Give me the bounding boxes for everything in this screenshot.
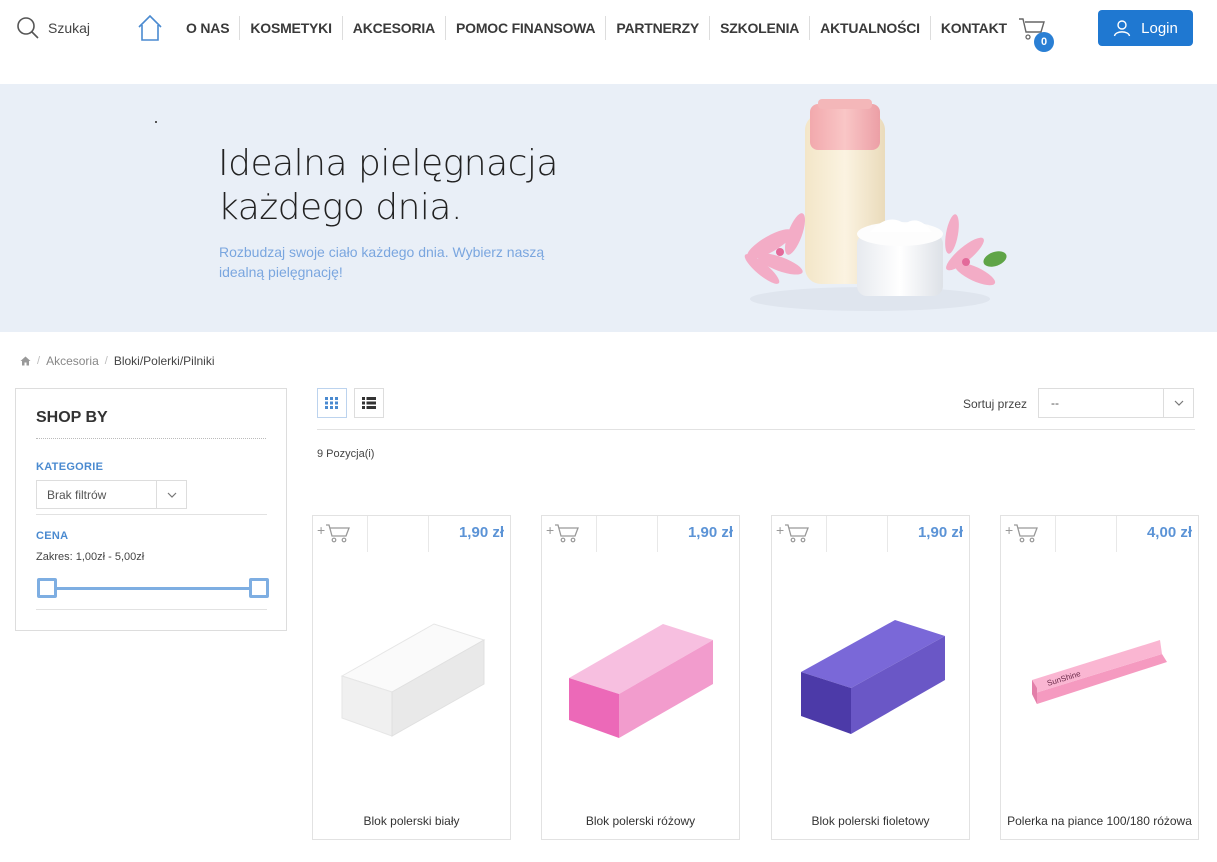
breadcrumb-separator: / — [37, 355, 41, 367]
banner-dot — [155, 121, 157, 123]
product-name[interactable]: Blok polerski fioletowy — [772, 814, 969, 828]
sort-select[interactable]: -- — [1038, 388, 1194, 418]
category-label: KATEGORIE — [36, 461, 104, 473]
user-icon — [1113, 20, 1131, 37]
product-image[interactable] — [773, 566, 969, 786]
search-button[interactable]: Szukaj — [16, 16, 90, 40]
search-icon — [17, 17, 39, 39]
divider — [317, 429, 1195, 430]
list-icon — [362, 397, 376, 409]
product-price: 4,00 zł — [1146, 524, 1192, 541]
svg-text:+: + — [317, 522, 325, 538]
price-range-text: Zakres: 1,00zł - 5,00zł — [36, 551, 145, 563]
price-slider-track[interactable] — [46, 587, 260, 590]
item-count: 9 Pozycja(i) — [317, 448, 375, 460]
home-small-icon[interactable] — [20, 356, 31, 366]
breadcrumb: / Akcesoria / Bloki/Polerki/Pilniki — [20, 354, 215, 368]
divider — [596, 516, 597, 552]
chevron-down-icon — [156, 481, 186, 508]
breadcrumb-current: Bloki/Polerki/Pilniki — [113, 354, 215, 368]
product-price: 1,90 zł — [458, 524, 504, 541]
price-slider-max-handle[interactable] — [249, 578, 269, 598]
banner-subtitle-line2: idealną pielęgnację! — [219, 264, 343, 280]
sort-select-value: -- — [1051, 396, 1059, 410]
sort-label: Sortuj przez — [963, 397, 1028, 411]
divider — [657, 516, 658, 552]
banner-title: Idealna pielęgnacja każdego dnia. — [218, 142, 559, 230]
search-label: Szukaj — [48, 20, 91, 36]
product-card-top: + 1,90 zł — [772, 516, 969, 553]
price-slider-min-handle[interactable] — [37, 578, 57, 598]
product-card-top: + 1,90 zł — [313, 516, 510, 553]
add-to-cart-icon[interactable]: + — [546, 520, 580, 546]
chevron-down-icon — [1163, 389, 1193, 417]
hero-banner: Idealna pielęgnacja każdego dnia. Rozbud… — [0, 84, 1217, 332]
divider — [887, 516, 888, 552]
nav-item-kontakt[interactable]: KONTAKT — [929, 16, 1017, 40]
product-name[interactable]: Blok polerski różowy — [542, 814, 739, 828]
banner-title-line2: każdego dnia. — [218, 187, 462, 228]
list-view-button[interactable] — [354, 388, 384, 418]
cart-button[interactable]: 0 — [1018, 16, 1058, 52]
product-name[interactable]: Polerka na piance 100/180 różowa — [1001, 814, 1198, 828]
nav-item-aktualnosci[interactable]: AKTUALNOŚCI — [809, 16, 930, 40]
product-card-top: + 4,00 zł — [1001, 516, 1198, 553]
banner-subtitle-line1: Rozbudzaj swoje ciało każdego dnia. Wybi… — [219, 244, 545, 260]
cart-count-badge: 0 — [1034, 32, 1054, 52]
svg-text:+: + — [546, 522, 554, 538]
nav-item-akcesoria[interactable]: AKCESORIA — [341, 16, 445, 40]
cosmetics-image — [744, 99, 1007, 311]
nav-item-partnerzy[interactable]: PARTNERZY — [605, 16, 709, 40]
product-image[interactable]: SunShine — [1002, 566, 1198, 786]
breadcrumb-separator: / — [104, 355, 108, 367]
category-select-value: Brak filtrów — [47, 487, 107, 502]
nav-item-pomoc-finansowa[interactable]: POMOC FINANSOWA — [445, 16, 605, 40]
login-button[interactable]: Login — [1098, 10, 1193, 46]
add-to-cart-icon[interactable]: + — [317, 520, 351, 546]
nav-item-kosmetyki[interactable]: KOSMETYKI — [239, 16, 341, 40]
login-label: Login — [1141, 19, 1178, 37]
shop-by-sidebar: SHOP BY KATEGORIE Brak filtrów CENA Zakr… — [15, 388, 287, 631]
main-nav: O NAS KOSMETYKI AKCESORIA POMOC FINANSOW… — [176, 16, 1017, 40]
category-select[interactable]: Brak filtrów — [36, 480, 187, 509]
product-card-top: + 1,90 zł — [542, 516, 739, 553]
grid-icon — [325, 397, 338, 409]
nav-item-o-nas[interactable]: O NAS — [176, 16, 239, 40]
nav-item-szkolenia[interactable]: SZKOLENIA — [709, 16, 809, 40]
product-card: + 1,90 zł Blok polerski różowy — [541, 515, 740, 840]
home-icon[interactable] — [137, 14, 163, 42]
product-card: + 1,90 zł Blok polerski biały — [312, 515, 511, 840]
divider — [1055, 516, 1056, 552]
divider — [36, 609, 267, 610]
product-name[interactable]: Blok polerski biały — [313, 814, 510, 828]
add-to-cart-icon[interactable]: + — [1005, 520, 1039, 546]
svg-text:+: + — [1005, 522, 1013, 538]
grid-view-button[interactable] — [317, 388, 347, 418]
product-image[interactable] — [314, 566, 510, 786]
breadcrumb-item-akcesoria[interactable]: Akcesoria — [46, 354, 99, 368]
divider — [428, 516, 429, 552]
banner-title-line1: Idealna pielęgnacja — [218, 143, 559, 184]
site-header: Szukaj O NAS KOSMETYKI AKCESORIA POMOC F… — [0, 0, 1217, 84]
divider — [826, 516, 827, 552]
divider — [36, 438, 266, 439]
add-to-cart-icon[interactable]: + — [776, 520, 810, 546]
product-card: + 4,00 zł SunShine Polerka na piance 100… — [1000, 515, 1199, 840]
product-card: + 1,90 zł Blok polerski fioletowy — [771, 515, 970, 840]
divider — [36, 514, 267, 515]
product-price: 1,90 zł — [687, 524, 733, 541]
product-image[interactable] — [543, 566, 739, 786]
svg-text:+: + — [776, 522, 784, 538]
sidebar-title: SHOP BY — [36, 409, 108, 426]
price-label: CENA — [36, 530, 69, 542]
banner-subtitle: Rozbudzaj swoje ciało każdego dnia. Wybi… — [219, 242, 579, 282]
product-price: 1,90 zł — [917, 524, 963, 541]
divider — [367, 516, 368, 552]
divider — [1116, 516, 1117, 552]
